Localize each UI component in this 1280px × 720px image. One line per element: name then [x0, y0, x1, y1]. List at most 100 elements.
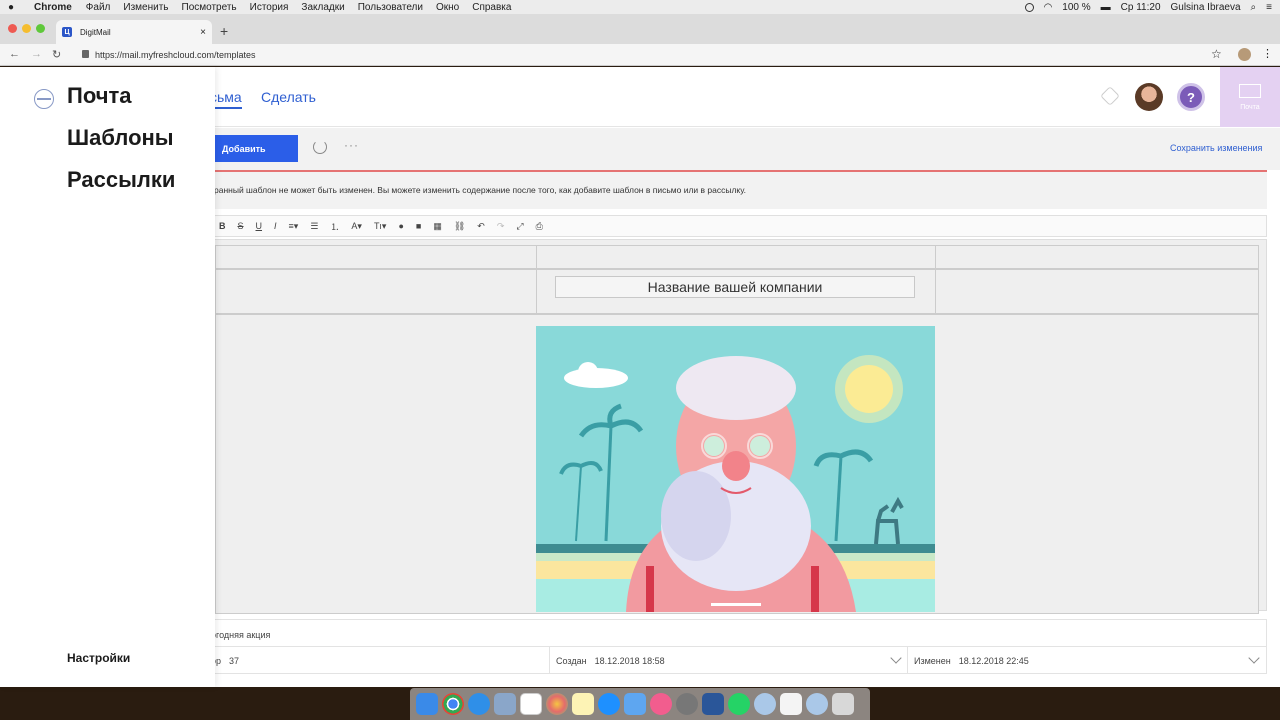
sidebar-item-templates[interactable]: Шаблоны — [67, 125, 174, 151]
menu-window[interactable]: Окно — [436, 2, 459, 13]
forward-icon[interactable]: → — [31, 48, 42, 60]
macos-menubar: ● Chrome Файл Изменить Посмотреть Истори… — [0, 0, 1280, 14]
created-cell[interactable]: Создан 18.12.2018 18:58 — [549, 647, 907, 674]
trash-icon[interactable] — [832, 693, 854, 715]
back-icon[interactable]: ← — [9, 48, 20, 60]
table-icon[interactable]: ▦ — [433, 221, 442, 232]
whatsapp-icon[interactable] — [728, 693, 750, 715]
template-meta-row: ор 37 Создан 18.12.2018 18:58 Изменен 18… — [210, 647, 1267, 674]
add-button[interactable]: Добавить — [210, 135, 298, 162]
font-color-icon[interactable]: A▾ — [351, 221, 362, 232]
files-icon[interactable] — [780, 693, 802, 715]
sidebar-item-settings[interactable]: Настройки — [67, 651, 130, 665]
print-icon[interactable]: ⎙ — [536, 221, 543, 232]
bullet-list-icon[interactable]: ☰ — [310, 221, 318, 232]
apple-icon[interactable]: ● — [8, 2, 20, 13]
menu-history[interactable]: История — [250, 2, 289, 13]
list-icon[interactable]: ≡ — [1266, 2, 1272, 13]
sidebar-item-campaigns[interactable]: Рассылки — [67, 167, 175, 193]
app-icon[interactable] — [806, 693, 828, 715]
fullscreen-icon[interactable]: ⤢ — [516, 221, 523, 232]
word-icon[interactable] — [702, 693, 724, 715]
strike-icon[interactable]: S — [238, 221, 244, 231]
numbered-list-icon[interactable]: ⒈ — [330, 220, 339, 233]
link-icon[interactable]: ⛓ — [454, 221, 465, 232]
preview-icon[interactable] — [494, 693, 516, 715]
tab-do[interactable]: Сделать — [261, 89, 316, 105]
mail-icon[interactable] — [624, 693, 646, 715]
mail-tile[interactable]: Почта — [1220, 67, 1280, 127]
video-icon[interactable]: ■ — [416, 221, 421, 231]
user-name[interactable]: Gulsina Ibraeva — [1171, 2, 1241, 13]
profile-avatar[interactable] — [1238, 48, 1251, 61]
modified-cell[interactable]: Изменен 18.12.2018 22:45 — [907, 647, 1267, 674]
record-icon[interactable] — [1024, 2, 1034, 12]
chrome-icon[interactable] — [442, 693, 464, 715]
tab-title: DigitMail — [80, 27, 111, 37]
underline-icon[interactable]: U — [256, 221, 263, 231]
envelope-icon — [1239, 83, 1261, 98]
user-avatar[interactable] — [1135, 83, 1163, 111]
kebab-menu-icon[interactable]: ⋮ — [1262, 47, 1273, 60]
menu-toggle-icon[interactable] — [34, 89, 54, 109]
save-changes-link[interactable]: Сохранить изменения — [1170, 143, 1262, 153]
battery-text[interactable]: 100 % — [1062, 2, 1090, 13]
template-name-row: огодняя акция — [210, 619, 1267, 647]
finder-icon[interactable] — [416, 693, 438, 715]
chevron-down-icon[interactable] — [890, 652, 902, 664]
itunes-icon[interactable] — [650, 693, 672, 715]
close-window-icon[interactable] — [8, 24, 17, 33]
url-field[interactable]: https://mail.myfreshcloud.com/templates — [95, 50, 256, 60]
chevron-down-icon[interactable] — [1248, 652, 1260, 664]
appstore-icon[interactable] — [598, 693, 620, 715]
sidebar-menu: Почта Шаблоны Рассылки Настройки — [0, 67, 215, 687]
undo-icon[interactable]: ↶ — [477, 221, 485, 232]
santa-illustration[interactable] — [536, 326, 935, 612]
spotlight-icon[interactable]: ⌕ — [1251, 2, 1257, 13]
reload-icon[interactable]: ↻ — [52, 48, 61, 61]
template-row-top[interactable] — [215, 245, 1259, 269]
minimize-window-icon[interactable] — [22, 24, 31, 33]
menubar-app-name[interactable]: Chrome — [34, 2, 72, 13]
author-cell: ор 37 — [211, 647, 549, 674]
redo-icon[interactable]: ↷ — [497, 221, 505, 232]
template-canvas: Название вашей компании — [210, 239, 1267, 614]
menu-people[interactable]: Пользователи — [358, 2, 423, 13]
settings-icon[interactable] — [676, 693, 698, 715]
bookmark-star-icon[interactable]: ☆ — [1211, 47, 1222, 61]
new-tab-icon[interactable]: + — [220, 23, 228, 39]
flag-icon[interactable]: ▬ — [1101, 2, 1111, 13]
photos-icon[interactable] — [546, 693, 568, 715]
italic-icon[interactable]: I — [274, 221, 277, 231]
clock[interactable]: Ср 11:20 — [1121, 2, 1161, 13]
menu-help[interactable]: Справка — [472, 2, 511, 13]
template-cell — [536, 246, 936, 268]
browser-tab[interactable]: Ц DigitMail × — [56, 20, 212, 44]
menu-bookmarks[interactable]: Закладки — [301, 2, 344, 13]
maximize-window-icon[interactable] — [36, 24, 45, 33]
bold-icon[interactable]: B — [219, 221, 226, 231]
browser-tabbar: Ц DigitMail × + — [0, 14, 1280, 44]
template-name[interactable]: огодняя акция — [211, 630, 270, 640]
macos-dock — [410, 688, 870, 720]
editor-toolbar: B S U I ≡▾ ☰ ⒈ A▾ Tı▾ ● ■ ▦ ⛓ ↶ ↷ ⤢ ⎙ — [210, 215, 1267, 237]
calendar-icon[interactable] — [520, 693, 542, 715]
menu-file[interactable]: Файл — [86, 2, 111, 13]
lock-icon — [82, 50, 89, 58]
safari-icon[interactable] — [468, 693, 490, 715]
company-name-field[interactable]: Название вашей компании — [555, 276, 915, 298]
align-icon[interactable]: ≡▾ — [289, 221, 299, 232]
menu-view[interactable]: Посмотреть — [182, 2, 237, 13]
refresh-icon[interactable] — [313, 140, 327, 154]
close-tab-icon[interactable]: × — [200, 27, 206, 38]
menu-edit[interactable]: Изменить — [123, 2, 168, 13]
app-icon[interactable] — [754, 693, 776, 715]
wifi-icon[interactable]: ◠ — [1044, 2, 1053, 13]
more-icon[interactable]: ··· — [344, 138, 359, 152]
notification-icon[interactable] — [1100, 86, 1120, 106]
font-size-icon[interactable]: Tı▾ — [374, 221, 387, 232]
fill-color-icon[interactable]: ● — [398, 221, 403, 231]
notes-icon[interactable] — [572, 693, 594, 715]
help-button[interactable]: ? — [1177, 83, 1205, 111]
sidebar-item-mail[interactable]: Почта — [67, 83, 132, 109]
